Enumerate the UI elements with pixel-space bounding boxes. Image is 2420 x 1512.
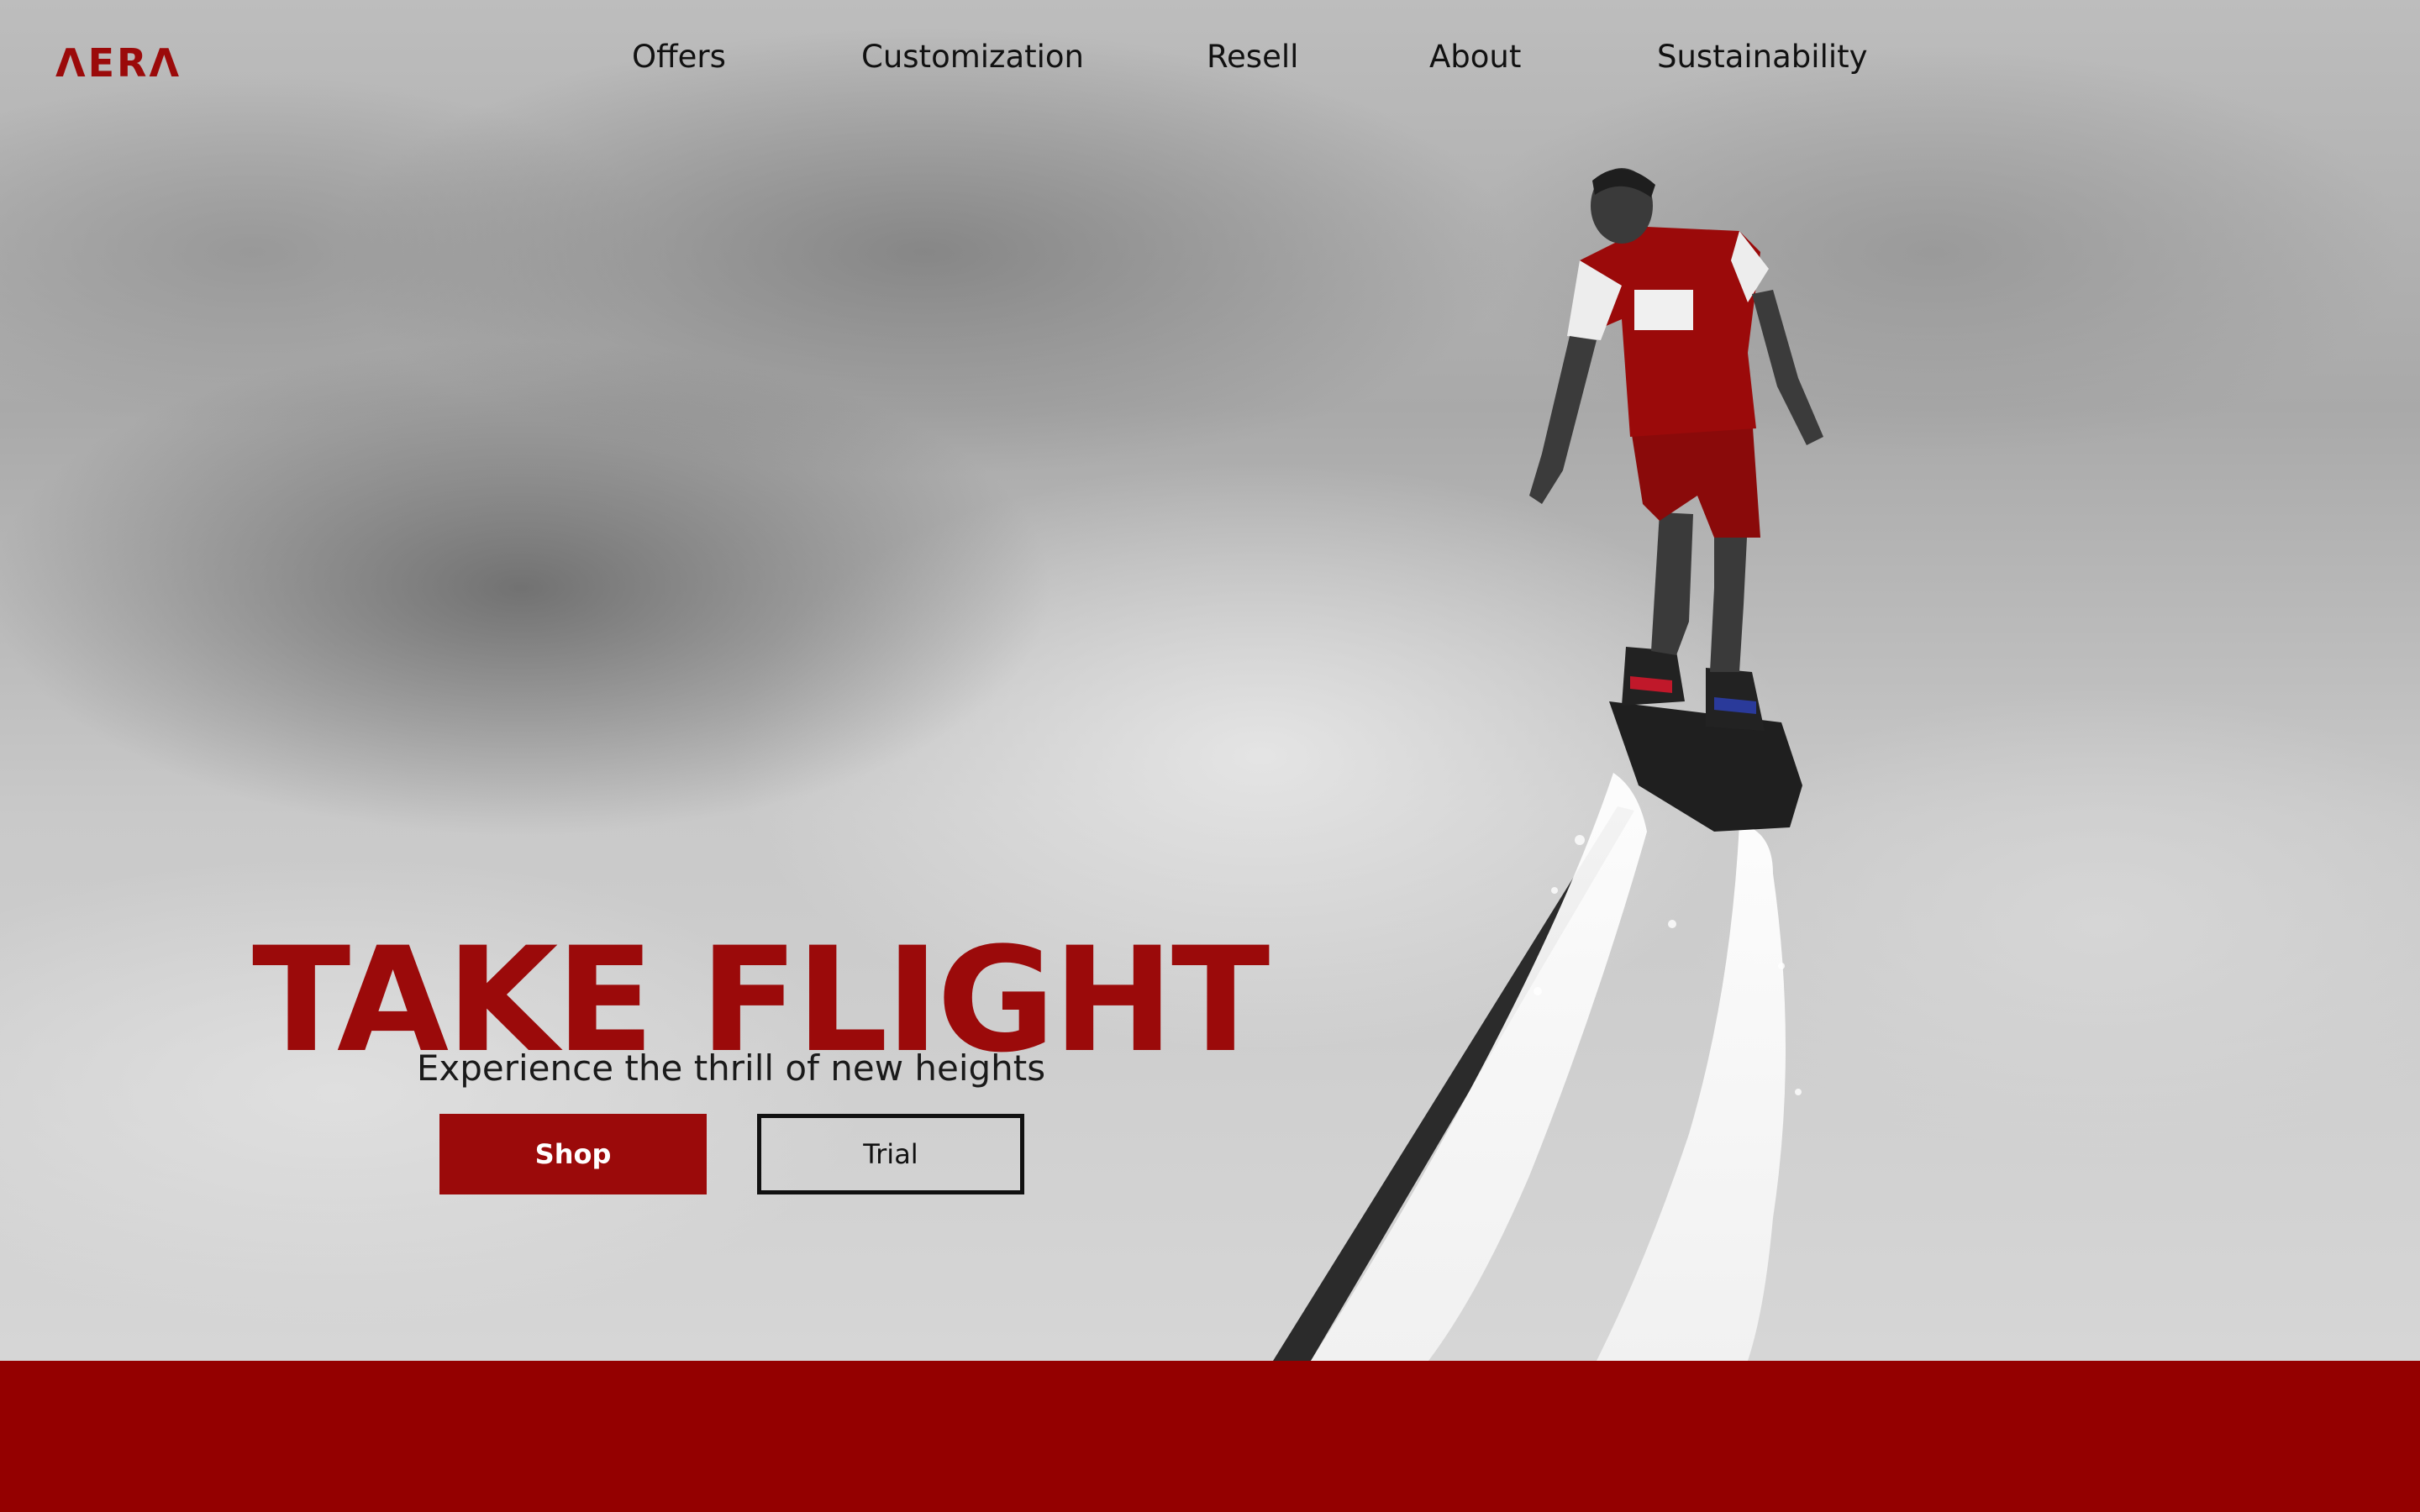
hero-subheadline: Experience the thrill of new heights — [416, 1047, 1046, 1089]
nav-item-offers[interactable]: Offers — [632, 39, 726, 75]
main-nav: Offers Customization Resell About Sustai… — [0, 39, 2420, 89]
nav-item-resell[interactable]: Resell — [1207, 39, 1298, 75]
nav-item-sustainability[interactable]: Sustainability — [1657, 39, 1868, 75]
footer-band — [0, 1361, 2420, 1512]
hero-section — [0, 0, 2420, 1361]
shop-button[interactable]: Shop — [439, 1114, 707, 1194]
landing-page: ΛERΛ Offers Customization Resell About S… — [0, 0, 2420, 1512]
flyboard-rider-image — [1273, 168, 1823, 1361]
nav-item-about[interactable]: About — [1429, 39, 1521, 75]
nav-item-customization[interactable]: Customization — [861, 39, 1084, 75]
trial-button[interactable]: Trial — [757, 1114, 1024, 1194]
